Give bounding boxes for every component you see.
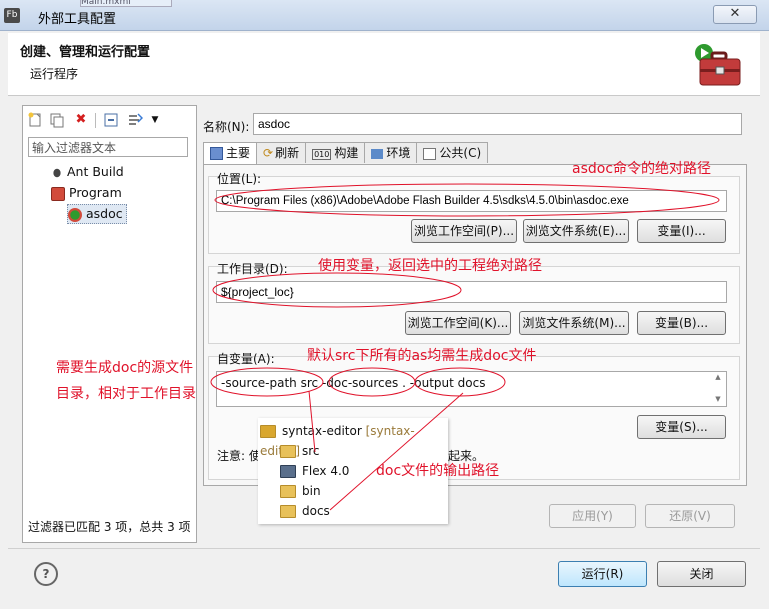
output-ellipse [414,367,506,397]
source-path-ellipse [210,367,324,397]
annotation-variable: 使用变量，返回选中的工程绝对路径 [318,258,542,274]
annotation-output: doc文件的输出路径 [376,463,500,479]
docs-pointer [329,392,464,511]
annotation-source-dir-1: 需要生成doc的源文件 [56,360,194,376]
workdir-ellipse [212,272,462,308]
annotation-src: 默认src下所有的as均需生成doc文件 [307,348,537,364]
src-pointer [308,390,316,453]
annotation-abs-path: asdoc命令的绝对路径 [572,161,712,177]
doc-sources-ellipse [328,367,416,397]
annotation-source-dir-2: 目录，相对于工作目录 [56,386,196,402]
location-ellipse [214,183,720,217]
annotation-overlay [210,183,720,511]
